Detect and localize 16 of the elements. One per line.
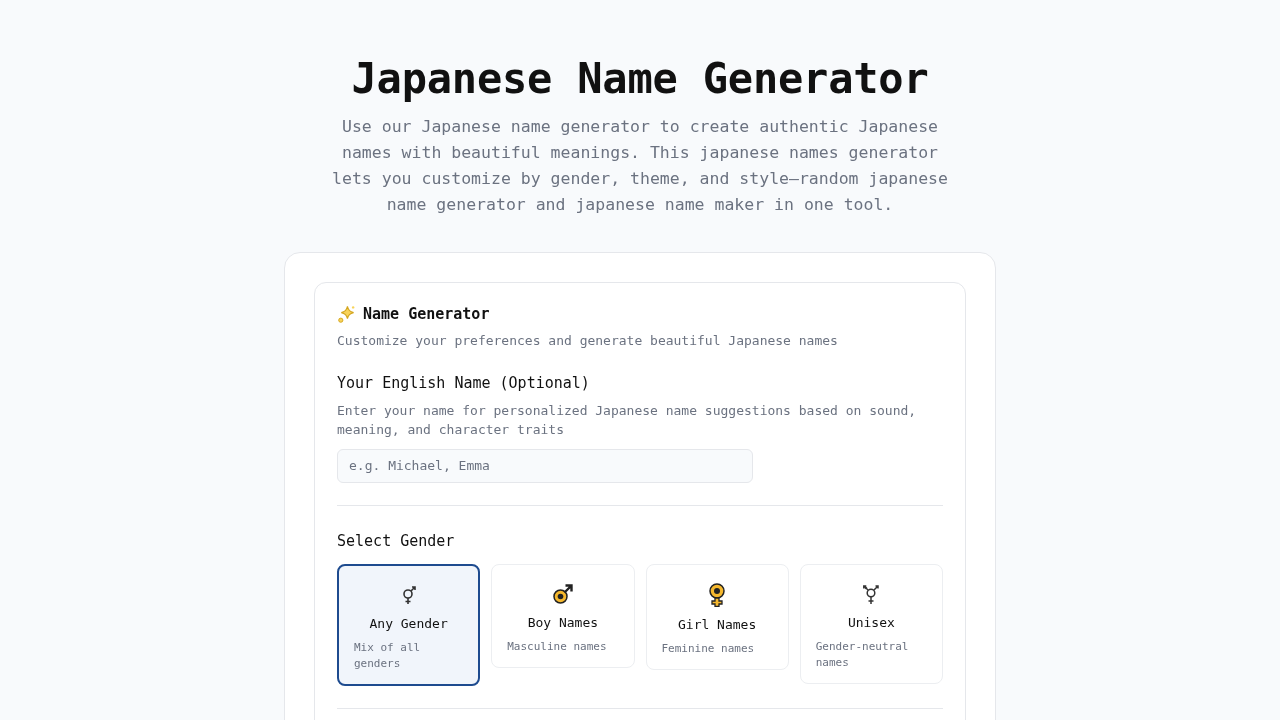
page-title: Japanese Name Generator (351, 53, 929, 105)
section-label: Select Gender (337, 530, 456, 552)
field-help-text: Enter your name for personalized Japanese name suggestions based on sound, meaning, and character traits (337, 401, 918, 439)
gender-option[interactable]: Any Gender Mix of all genders (337, 564, 481, 686)
gender-option[interactable]: Unisex Gender-neutral names (799, 564, 943, 684)
female-symbol-icon (708, 583, 727, 607)
sparkles-icon (337, 304, 356, 324)
transgender-symbol-icon (861, 583, 882, 605)
name-input-field[interactable]: e.g. Michael, Emma (337, 448, 753, 483)
card-subtitle: Customize your preferences and generate beautiful Japanese names (337, 331, 839, 350)
intro-text: Use our Japanese name generator to create authentic Japanese names with beautiful meanings. This japanese names generator lets you customize by gender, theme, and style—random japanese name generator and japanese name maker in one tool. (331, 116, 949, 216)
card-title: Name Generator (363, 304, 490, 325)
male-symbol-icon (551, 583, 574, 605)
field-label: Your English Name (Optional) (337, 373, 591, 394)
gender-option[interactable]: Boy Names Masculine names (491, 564, 635, 668)
gender-option[interactable]: Girl Names Feminine names (645, 564, 789, 670)
